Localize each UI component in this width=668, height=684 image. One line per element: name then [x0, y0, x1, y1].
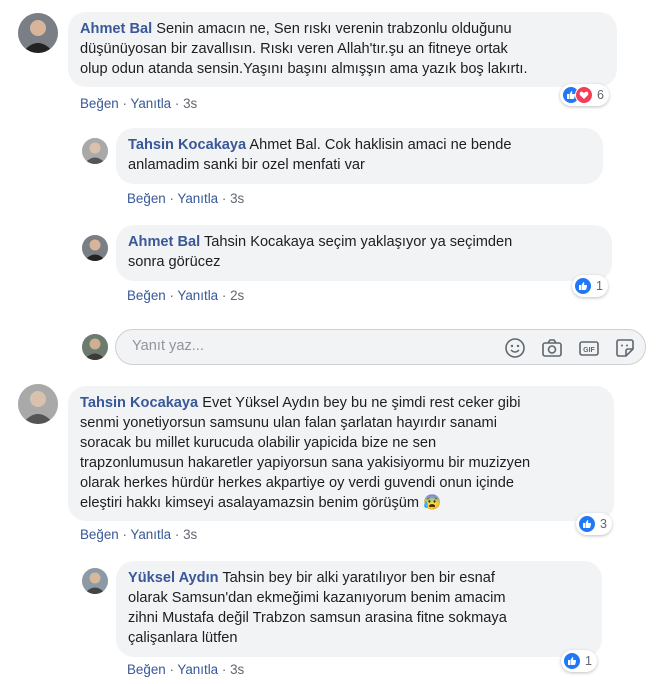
comment-time[interactable]: 3s: [230, 662, 244, 677]
reaction-count: 6: [597, 88, 604, 102]
comment-author[interactable]: Ahmet Bal: [128, 234, 200, 250]
camera-icon[interactable]: [541, 337, 563, 359]
like-reaction-icon: [578, 515, 596, 533]
mention-link[interactable]: Ahmet Bal.: [249, 137, 320, 153]
comment-actions: Beğen · Yanıtla · 2s: [127, 288, 245, 303]
comment-text-line: sonra görücez: [128, 254, 221, 270]
like-link[interactable]: Beğen: [127, 288, 166, 303]
reaction-count: 1: [596, 279, 603, 293]
comment-author[interactable]: Ahmet Bal: [80, 21, 152, 37]
reaction-count: 1: [585, 654, 592, 668]
comment-text-line: çalişanlara lütfen: [128, 630, 238, 646]
comment-text-line: senmi yonetiyorsun samsunu ulan falan şa…: [80, 415, 497, 431]
comment-author[interactable]: Tahsin Kocakaya: [80, 395, 198, 411]
comment-bubble: Ahmet Bal Tahsin Kocakaya seçim yaklaşıy…: [116, 225, 612, 281]
comment-text-line: soracak bu millet kurucuda olabilir yapi…: [80, 435, 437, 451]
comment-text-line: trapzonlumusun hakaretler yapiyorsun san…: [80, 455, 531, 471]
avatar[interactable]: [18, 13, 58, 53]
mention-link[interactable]: Tahsin Kocakaya: [204, 234, 314, 250]
reaction-summary[interactable]: 6: [560, 84, 609, 106]
comment-time[interactable]: 3s: [183, 527, 197, 542]
avatar[interactable]: [18, 384, 58, 424]
gif-icon[interactable]: GIF: [578, 337, 600, 359]
comment-time[interactable]: 3s: [183, 96, 197, 111]
comment-actions: Beğen · Yanıtla · 3s: [80, 527, 198, 542]
comment-text-line: olarak Samsun'dan ekmeğimi kazanıyorum b…: [128, 590, 506, 606]
comment-text-line: olarak herkes hürdür herkes akpartiye oy…: [80, 475, 515, 491]
reply-link[interactable]: Yanıtla: [177, 191, 218, 206]
reaction-summary[interactable]: 3: [576, 513, 612, 535]
comment-actions: Beğen · Yanıtla · 3s: [127, 191, 245, 206]
comment-bubble: Ahmet Bal Senin amacın ne, Sen rıskı ver…: [68, 12, 617, 87]
comment-bubble: Yüksel Aydın Tahsin bey bir alki yaratıl…: [116, 561, 602, 657]
like-link[interactable]: Beğen: [127, 191, 166, 206]
comment-actions: Beğen · Yanıtla · 3s: [80, 96, 198, 111]
comment-author[interactable]: Yüksel Aydın: [128, 570, 219, 586]
reaction-summary[interactable]: 1: [572, 275, 608, 297]
comment-text-line: anlamadim sanki bir ozel menfati var: [128, 157, 365, 173]
comment-bubble: Tahsin Kocakaya Evet Yüksel Aydın bey bu…: [68, 386, 614, 521]
comment-text-line: seçim yaklaşıyor ya seçimden: [318, 234, 513, 250]
reply-link[interactable]: Yanıtla: [130, 96, 171, 111]
avatar[interactable]: [82, 235, 108, 261]
emoji-anxious: 😰: [423, 495, 442, 511]
current-user-avatar: [82, 334, 108, 360]
comment-actions: Beğen · Yanıtla · 3s: [127, 662, 245, 677]
avatar[interactable]: [82, 138, 108, 164]
comment-text-line: Tahsin bey bir alki yaratılıyor ben bir …: [222, 570, 495, 586]
comment-text-line: bey bu ne şimdi rest ceker gibi: [323, 395, 521, 411]
reply-link[interactable]: Yanıtla: [177, 288, 218, 303]
reply-link[interactable]: Yanıtla: [177, 662, 218, 677]
reaction-count: 3: [600, 517, 607, 531]
comment-text-line: düşünüyosan bir zavallısın. Rıskı veren …: [80, 41, 508, 57]
reaction-summary[interactable]: 1: [561, 650, 597, 672]
comment-text-line: zihni Mustafa değil Trabzon samsun arasi…: [128, 610, 507, 626]
svg-text:GIF: GIF: [583, 347, 595, 354]
like-reaction-icon: [574, 277, 592, 295]
comment-text-line: eleştiri hakkı kimseyi asalayamazsin ben…: [80, 495, 420, 511]
like-link[interactable]: Beğen: [80, 527, 119, 542]
like-link[interactable]: Beğen: [80, 96, 119, 111]
comment-author[interactable]: Tahsin Kocakaya: [128, 137, 246, 153]
like-link[interactable]: Beğen: [127, 662, 166, 677]
reply-input[interactable]: [130, 337, 494, 355]
avatar[interactable]: [82, 568, 108, 594]
like-reaction-icon: [563, 652, 581, 670]
comment-bubble: Tahsin Kocakaya Ahmet Bal. Cok haklisin …: [116, 128, 603, 184]
love-reaction-icon: [575, 86, 593, 104]
comment-text-line: Cok haklisin amaci ne bende: [324, 137, 512, 153]
mention-link[interactable]: Evet Yüksel Aydın: [202, 395, 319, 411]
comment-time[interactable]: 3s: [230, 191, 244, 206]
reply-link[interactable]: Yanıtla: [130, 527, 171, 542]
reply-box[interactable]: GIF: [115, 329, 646, 365]
sticker-icon[interactable]: [614, 337, 636, 359]
comment-text-line: Senin amacın ne, Sen rıskı verenin trabz…: [156, 21, 512, 37]
smile-icon[interactable]: [504, 337, 526, 359]
comment-text-line: olup odun atanda sensin.Yaşını başını al…: [80, 61, 528, 77]
comment-time[interactable]: 2s: [230, 288, 244, 303]
